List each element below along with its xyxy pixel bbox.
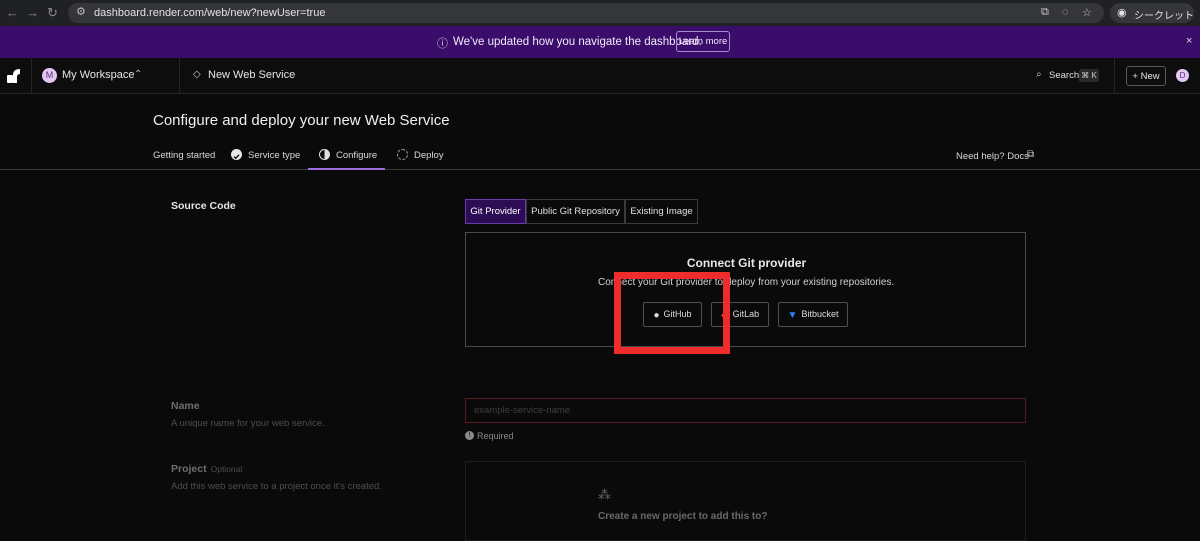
info-icon: ⓘ <box>437 38 448 50</box>
service-name-input[interactable] <box>465 398 1026 423</box>
name-description: A unique name for your web service. <box>171 418 325 429</box>
connect-title: Connect Git provider <box>686 256 807 270</box>
address-bar[interactable]: ⚙ dashboard.render.com/web/new?newUser=t… <box>68 3 1104 23</box>
alert-icon: ! <box>465 431 474 440</box>
learn-more-button[interactable]: Learn more <box>676 31 730 52</box>
workspace-avatar[interactable]: M <box>42 68 57 83</box>
connect-git-panel: Connect Git provider Connect your Git pr… <box>465 232 1026 347</box>
reload-icon[interactable]: ↻ <box>47 5 58 21</box>
diamond-icon: ◇ <box>193 69 201 80</box>
tab-git-provider[interactable]: Git Provider <box>465 199 526 224</box>
required-hint: Required <box>477 431 514 441</box>
divider <box>31 58 32 94</box>
name-label: Name <box>171 400 200 412</box>
bitbucket-button[interactable]: ▼ Bitbucket <box>778 302 848 327</box>
project-description: Add this web service to a project once i… <box>171 481 382 492</box>
divider <box>179 58 180 94</box>
app-header: M My Workspace ⌃ ◇ New Web Service ⌕ Sea… <box>0 58 1200 94</box>
step-configure[interactable]: Configure <box>336 150 377 161</box>
incognito-icon: ◉ <box>1117 7 1127 19</box>
url-text: dashboard.render.com/web/new?newUser=tru… <box>94 7 326 19</box>
project-icon: ⁂ <box>598 487 611 502</box>
forward-icon[interactable]: → <box>26 5 39 21</box>
step-deploy[interactable]: Deploy <box>414 150 444 161</box>
incognito-indicator[interactable]: ◉ シークレット <box>1110 3 1194 23</box>
workspace-name[interactable]: My Workspace <box>62 69 135 81</box>
close-icon[interactable]: × <box>1186 35 1192 47</box>
star-icon[interactable]: ☆ <box>1082 6 1092 19</box>
tab-existing-image[interactable]: Existing Image <box>625 199 698 224</box>
source-code-label: Source Code <box>171 200 236 212</box>
bitbucket-label: Bitbucket <box>801 308 839 319</box>
translate-icon[interactable]: ⧉ <box>1041 6 1049 19</box>
project-label: Project Optional <box>171 463 242 475</box>
user-avatar[interactable]: D <box>1176 69 1189 82</box>
optional-tag: Optional <box>210 464 243 474</box>
update-banner: ⓘ We've updated how you navigate the das… <box>0 26 1200 58</box>
dashed-circle-icon <box>397 149 408 160</box>
banner-message: We've updated how you navigate the dashb… <box>453 36 702 48</box>
create-project-title: Create a new project to add this to? <box>598 511 768 522</box>
external-link-icon[interactable]: ⧉ <box>1027 149 1034 160</box>
check-circle-icon <box>231 149 242 160</box>
new-button[interactable]: + New <box>1126 66 1166 86</box>
help-docs-link[interactable]: Need help? Docs <box>956 151 1029 162</box>
gitlab-label: GitLab <box>732 308 760 319</box>
site-settings-icon[interactable]: ⚙ <box>76 5 86 18</box>
bitbucket-icon: ▼ <box>787 309 798 321</box>
search-icon[interactable]: ⌕ <box>1036 69 1042 80</box>
half-circle-icon <box>319 149 330 160</box>
chevron-updown-icon[interactable]: ⌃ <box>134 69 142 80</box>
page-title: Configure and deploy your new Web Servic… <box>153 112 450 129</box>
active-step-indicator <box>308 168 385 170</box>
step-getting-started[interactable]: Getting started <box>153 150 215 161</box>
browser-toolbar: ← → ↻ ⚙ dashboard.render.com/web/new?new… <box>0 0 1200 26</box>
tab-public-git-repository[interactable]: Public Git Repository <box>526 199 625 224</box>
search-button[interactable]: Search <box>1049 70 1079 81</box>
new-label: New <box>1140 70 1160 82</box>
highlight-box <box>614 272 730 354</box>
eye-off-icon[interactable]: ◌ <box>1062 6 1069 18</box>
project-label-text: Project <box>171 463 207 475</box>
incognito-label: シークレット <box>1134 11 1194 22</box>
render-logo-icon[interactable] <box>7 69 21 83</box>
steps-divider <box>0 169 1200 170</box>
back-icon[interactable]: ← <box>6 5 19 21</box>
project-panel: ⁂ Create a new project to add this to? <box>465 461 1026 541</box>
breadcrumb-page: New Web Service <box>208 69 296 81</box>
plus-icon: + <box>1132 70 1141 82</box>
step-service-type[interactable]: Service type <box>248 150 300 161</box>
divider <box>1114 58 1115 94</box>
search-shortcut: ⌘ K <box>1079 69 1099 82</box>
